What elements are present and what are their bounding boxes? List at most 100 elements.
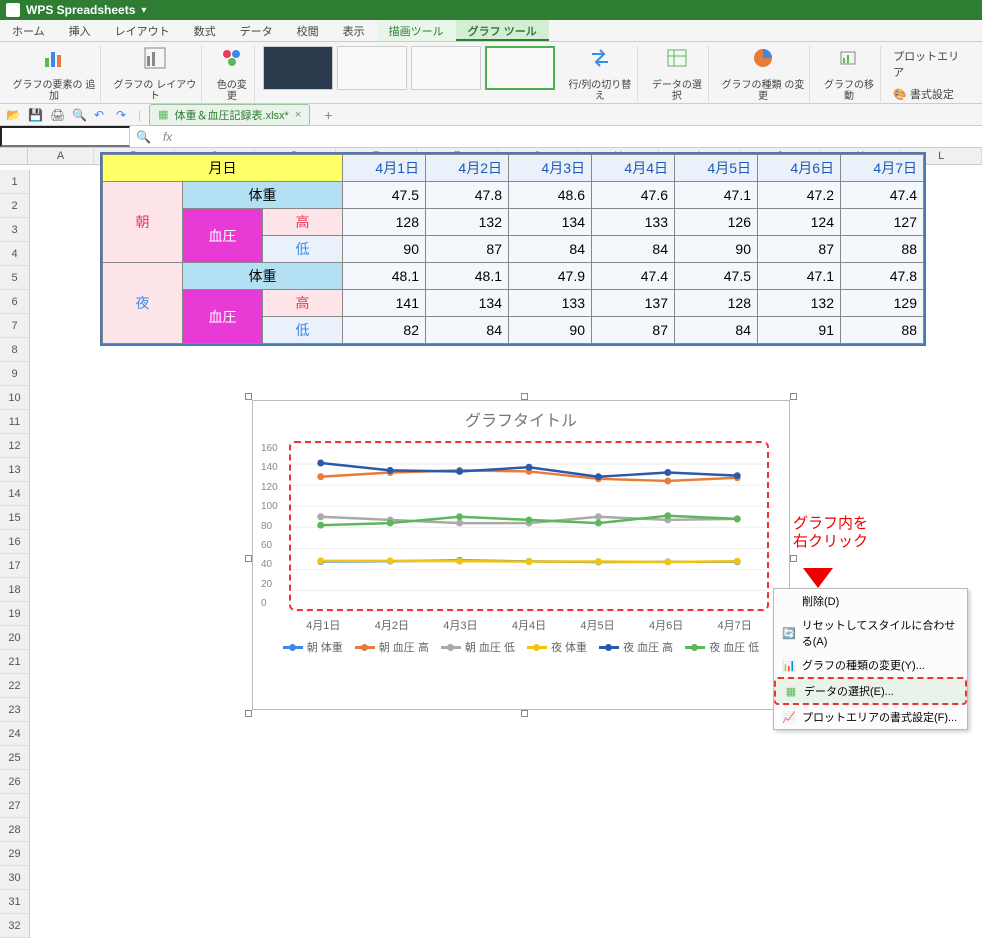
date-cell[interactable]: 4月5日 [675, 155, 758, 182]
ribbon-select-data[interactable]: データの選択 [646, 46, 709, 102]
row-header[interactable]: 24 [0, 722, 29, 746]
app-title: WPS Spreadsheets [26, 3, 135, 17]
data-table[interactable]: 月日 4月1日 4月2日 4月3日 4月4日 4月5日 4月6日 4月7日 朝 … [100, 152, 926, 346]
row-header[interactable]: 19 [0, 602, 29, 626]
row-header[interactable]: 2 [0, 194, 29, 218]
date-cell[interactable]: 4月1日 [343, 155, 426, 182]
tab-home[interactable]: ホーム [0, 20, 57, 41]
row-header[interactable]: 9 [0, 362, 29, 386]
ribbon-chart-layout[interactable]: グラフの レイアウト [109, 46, 202, 102]
title-dropdown-icon[interactable]: ▾ [141, 5, 146, 16]
tab-layout[interactable]: レイアウト [103, 20, 182, 41]
ctx-reset-style[interactable]: 🔄 リセットしてスタイルに合わせる(A) [774, 613, 967, 653]
tab-drawing-tools[interactable]: 描画ツール [377, 20, 456, 41]
ribbon-change-chart-type[interactable]: グラフの種類 の変更 [717, 46, 810, 102]
row-header[interactable]: 14 [0, 482, 29, 506]
tab-insert[interactable]: 挿入 [57, 20, 103, 41]
tab-review[interactable]: 校閲 [285, 20, 331, 41]
row-header[interactable]: 31 [0, 890, 29, 914]
row-header[interactable]: 11 [0, 410, 29, 434]
reset-icon: 🔄 [782, 626, 796, 640]
search-icon[interactable]: 🔍 [130, 130, 157, 144]
chart-object[interactable]: グラフタイトル 020406080100120140160 4月1日4月2日4月… [252, 400, 790, 710]
row-header[interactable]: 16 [0, 530, 29, 554]
chart-plot-area[interactable]: 020406080100120140160 [289, 441, 769, 611]
row-header[interactable]: 12 [0, 434, 29, 458]
ctx-change-chart-type[interactable]: 📊 グラフの種類の変更(Y)... [774, 653, 967, 677]
row-header[interactable]: 26 [0, 770, 29, 794]
row-header[interactable]: 17 [0, 554, 29, 578]
row-header[interactable]: 22 [0, 674, 29, 698]
row-header[interactable]: 15 [0, 506, 29, 530]
title-bar: WPS Spreadsheets ▾ [0, 0, 982, 20]
chart-title[interactable]: グラフタイトル [253, 401, 789, 437]
select-all-corner[interactable] [0, 148, 28, 164]
row-header[interactable]: 18 [0, 578, 29, 602]
new-tab-button[interactable]: + [318, 107, 338, 123]
chart-style-gallery[interactable] [263, 46, 555, 90]
row-header[interactable]: 4 [0, 242, 29, 266]
row-header[interactable]: 30 [0, 866, 29, 890]
tab-view[interactable]: 表示 [331, 20, 377, 41]
tab-chart-tools[interactable]: グラフ ツール [456, 20, 549, 41]
col-header[interactable]: A [28, 148, 94, 164]
chart-style-1[interactable] [263, 46, 333, 90]
fx-label[interactable]: fx [157, 130, 178, 144]
chart-x-axis: 4月1日4月2日4月3日4月4日4月5日4月6日4月7日 [289, 617, 769, 633]
ribbon-plot-area[interactable]: プロットエリア [889, 46, 966, 82]
context-menu: 削除(D) 🔄 リセットしてスタイルに合わせる(A) 📊 グラフの種類の変更(Y… [773, 588, 968, 730]
select-data-icon: ▦ [784, 684, 798, 698]
row-header[interactable]: 25 [0, 746, 29, 770]
row-header[interactable]: 1 [0, 170, 29, 194]
file-tab[interactable]: ▦ 体重＆血圧記録表.xlsx* × [149, 104, 310, 126]
format-icon: 📈 [782, 710, 796, 724]
swap-rowcol-icon [588, 46, 612, 70]
row-header[interactable]: 8 [0, 338, 29, 362]
row-header[interactable]: 5 [0, 266, 29, 290]
redo-icon[interactable]: ↷ [116, 108, 130, 122]
chart-style-2[interactable] [337, 46, 407, 90]
tab-data[interactable]: データ [228, 20, 285, 41]
row-header[interactable]: 23 [0, 698, 29, 722]
row-header[interactable]: 21 [0, 650, 29, 674]
ctx-plot-area-format[interactable]: 📈 プロットエリアの書式設定(F)... [774, 705, 967, 729]
print-icon[interactable]: 🖨 [50, 108, 64, 122]
ribbon-move-chart[interactable]: グラフの移動 [818, 46, 881, 102]
row-header[interactable]: 29 [0, 842, 29, 866]
ribbon-format[interactable]: 🎨 書式設定 [889, 84, 966, 104]
ribbon-change-color[interactable]: 色の変更 [210, 46, 255, 102]
date-cell[interactable]: 4月2日 [426, 155, 509, 182]
row-header[interactable]: 10 [0, 386, 29, 410]
row-header[interactable]: 6 [0, 290, 29, 314]
close-icon[interactable]: × [295, 109, 301, 121]
save-icon[interactable]: 💾 [28, 108, 42, 122]
ctx-delete[interactable]: 削除(D) [774, 589, 967, 613]
row-header[interactable]: 32 [0, 914, 29, 938]
row-header[interactable]: 3 [0, 218, 29, 242]
ribbon-swap-rowcol[interactable]: 行/列の切り替え [563, 46, 638, 102]
date-cell[interactable]: 4月6日 [758, 155, 841, 182]
row-header[interactable]: 13 [0, 458, 29, 482]
row-header[interactable]: 28 [0, 818, 29, 842]
date-cell[interactable]: 4月3日 [509, 155, 592, 182]
ribbon-tabs: ホーム 挿入 レイアウト 数式 データ 校閲 表示 描画ツール グラフ ツール [0, 20, 982, 42]
high-label: 高 [263, 209, 343, 236]
row-header[interactable]: 27 [0, 794, 29, 818]
tab-formula[interactable]: 数式 [182, 20, 228, 41]
date-cell[interactable]: 4月7日 [841, 155, 924, 182]
app-logo-icon [6, 3, 20, 17]
formula-input[interactable] [178, 126, 982, 147]
open-icon[interactable]: 📂 [6, 108, 20, 122]
chart-style-4[interactable] [485, 46, 555, 90]
annotation-arrow-icon [793, 540, 843, 593]
ctx-select-data[interactable]: ▦ データの選択(E)... [774, 677, 967, 705]
preview-icon[interactable]: 🔍 [72, 108, 86, 122]
chart-style-3[interactable] [411, 46, 481, 90]
date-cell[interactable]: 4月4日 [592, 155, 675, 182]
chart-legend[interactable]: 朝 体重朝 血圧 高朝 血圧 低夜 体重夜 血圧 高夜 血圧 低 [253, 633, 789, 661]
row-header[interactable]: 20 [0, 626, 29, 650]
name-box[interactable] [0, 126, 130, 147]
undo-icon[interactable]: ↶ [94, 108, 108, 122]
row-header[interactable]: 7 [0, 314, 29, 338]
ribbon-add-element[interactable]: グラフの要素の 追加 [8, 46, 101, 102]
